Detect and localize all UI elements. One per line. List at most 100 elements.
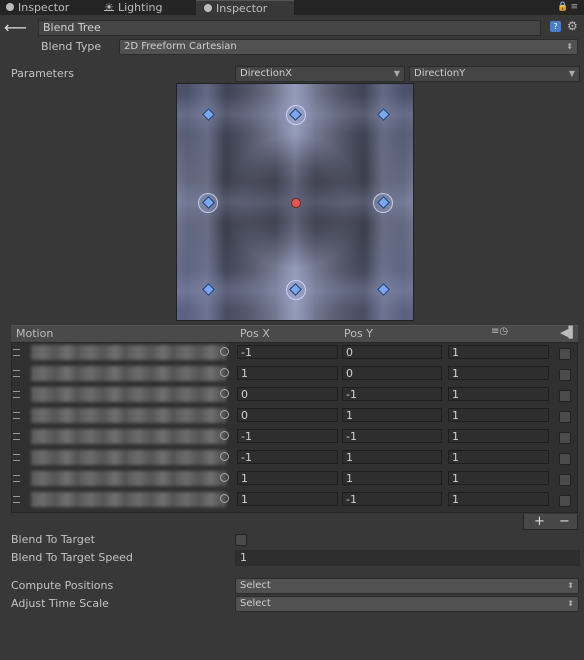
pos-x-field[interactable]: 1 (237, 492, 338, 506)
object-picker-icon[interactable] (220, 431, 229, 440)
pos-y-field[interactable]: 0 (342, 366, 442, 380)
time-scale-field[interactable]: 1 (448, 450, 549, 464)
mirror-checkbox[interactable] (559, 432, 571, 444)
mirror-checkbox[interactable] (559, 411, 571, 423)
drag-handle-icon[interactable] (13, 370, 20, 377)
drag-handle-icon[interactable] (13, 454, 20, 461)
object-picker-icon[interactable] (220, 410, 229, 419)
motion-clip-field[interactable] (31, 345, 226, 360)
time-scale-field[interactable]: 1 (448, 492, 549, 506)
motion-row[interactable]: -1 -1 1 (11, 427, 578, 448)
chevron-updown-icon: ⬍ (566, 42, 573, 51)
mirror-checkbox[interactable] (559, 369, 571, 381)
motion-clip-field[interactable] (31, 471, 226, 486)
param-y-dropdown[interactable]: DirectionY ▼ (409, 66, 580, 82)
blend-type-label: Blend Type (41, 40, 102, 53)
drag-handle-icon[interactable] (13, 496, 20, 503)
drag-handle-icon[interactable] (13, 475, 20, 482)
motion-clip-field[interactable] (31, 366, 226, 381)
motion-row[interactable]: 1 -1 1 (11, 490, 578, 511)
blend-to-target-speed-field[interactable]: 1 (235, 550, 580, 566)
pos-x-field[interactable]: 0 (237, 408, 338, 422)
pos-y-field[interactable]: 1 (342, 408, 442, 422)
object-picker-icon[interactable] (220, 473, 229, 482)
motion-clip-field[interactable] (31, 429, 226, 444)
motion-list-header: Motion Pos X Pos Y ≡◷ ◀▌ (11, 325, 578, 343)
mirror-checkbox[interactable] (559, 474, 571, 486)
mirror-checkbox[interactable] (559, 495, 571, 507)
blend-tree-graph[interactable] (176, 83, 414, 321)
info-icon (204, 4, 212, 12)
lock-icon[interactable]: 🔒 (557, 2, 570, 12)
motion-row[interactable]: 0 -1 1 (11, 385, 578, 406)
gear-icon[interactable]: ⚙ (567, 19, 578, 33)
blend-tree-name-field[interactable]: Blend Tree (38, 20, 541, 36)
mirror-checkbox[interactable] (559, 348, 571, 360)
motion-row[interactable]: -1 0 1 (11, 343, 578, 364)
time-scale-field[interactable]: 1 (448, 366, 549, 380)
compute-positions-dropdown[interactable]: Select ⬍ (235, 578, 579, 594)
blend-to-target-speed-value: 1 (240, 551, 247, 564)
motion-clip-field[interactable] (31, 387, 226, 402)
param-x-dropdown[interactable]: DirectionX ▼ (235, 66, 405, 82)
tab-inspector-2[interactable]: Inspector (196, 0, 294, 15)
pos-y-field[interactable]: 0 (342, 345, 442, 359)
object-picker-icon[interactable] (220, 389, 229, 398)
pos-x-field[interactable]: 1 (237, 366, 338, 380)
drag-handle-icon[interactable] (13, 349, 20, 356)
time-scale-field[interactable]: 1 (448, 471, 549, 485)
motion-clip-field[interactable] (31, 492, 226, 507)
time-scale-field[interactable]: 1 (448, 429, 549, 443)
adjust-time-scale-value: Select (240, 598, 271, 609)
motion-row[interactable]: 011 (11, 406, 578, 427)
time-scale-field[interactable]: 1 (448, 387, 549, 401)
remove-motion-button[interactable]: − (559, 514, 570, 530)
chevron-down-icon: ▼ (393, 69, 400, 78)
back-arrow-icon[interactable]: ⟵ (4, 20, 27, 38)
param-x-value: DirectionX (240, 68, 293, 79)
drag-handle-icon[interactable] (13, 391, 20, 398)
motion-row[interactable]: 101 (11, 364, 578, 385)
pos-x-field[interactable]: -1 (237, 345, 338, 359)
mirror-checkbox[interactable] (559, 390, 571, 402)
motion-row[interactable]: 111 (11, 469, 578, 490)
tab-inspector-1[interactable]: Inspector (6, 0, 69, 15)
motion-clip-field[interactable] (31, 450, 226, 465)
adjust-time-scale-label: Adjust Time Scale (11, 597, 109, 610)
pos-y-field[interactable]: -1 (342, 492, 442, 506)
object-picker-icon[interactable] (220, 452, 229, 461)
help-icon[interactable]: ? (550, 21, 561, 32)
menu-icon[interactable]: ≡ (570, 2, 580, 12)
drag-handle-icon[interactable] (13, 412, 20, 419)
drag-handle-icon[interactable] (13, 433, 20, 440)
pos-x-field[interactable]: -1 (237, 429, 338, 443)
pos-y-field[interactable]: -1 (342, 387, 442, 401)
tab-label: Inspector (18, 1, 70, 14)
motion-clip-field[interactable] (31, 408, 226, 423)
blend-to-target-speed-label: Blend To Target Speed (11, 551, 133, 564)
mirror-checkbox[interactable] (559, 453, 571, 465)
clock-icon: ≡◷ (491, 326, 509, 337)
object-picker-icon[interactable] (220, 494, 229, 503)
blend-to-target-checkbox[interactable] (235, 534, 247, 546)
pos-x-column-header: Pos X (240, 327, 270, 340)
parameter-point[interactable] (291, 198, 301, 208)
motion-row[interactable]: -1 1 1 (11, 448, 578, 469)
object-picker-icon[interactable] (220, 347, 229, 356)
time-scale-field[interactable]: 1 (448, 345, 549, 359)
blend-type-dropdown[interactable]: 2D Freeform Cartesian ⬍ (119, 39, 578, 55)
pos-y-field[interactable]: 1 (342, 450, 442, 464)
time-scale-field[interactable]: 1 (448, 408, 549, 422)
pos-y-field[interactable]: 1 (342, 471, 442, 485)
adjust-time-scale-dropdown[interactable]: Select ⬍ (235, 596, 579, 612)
object-picker-icon[interactable] (220, 368, 229, 377)
compute-positions-label: Compute Positions (11, 579, 114, 592)
pos-x-field[interactable]: -1 (237, 450, 338, 464)
tab-lighting[interactable]: ☀ Lighting (104, 0, 162, 15)
pos-y-column-header: Pos Y (344, 327, 373, 340)
pos-x-field[interactable]: 1 (237, 471, 338, 485)
tab-tools: 🔒≡ (557, 2, 580, 12)
pos-y-field[interactable]: -1 (342, 429, 442, 443)
pos-x-field[interactable]: 0 (237, 387, 338, 401)
add-motion-button[interactable]: + (534, 514, 545, 530)
